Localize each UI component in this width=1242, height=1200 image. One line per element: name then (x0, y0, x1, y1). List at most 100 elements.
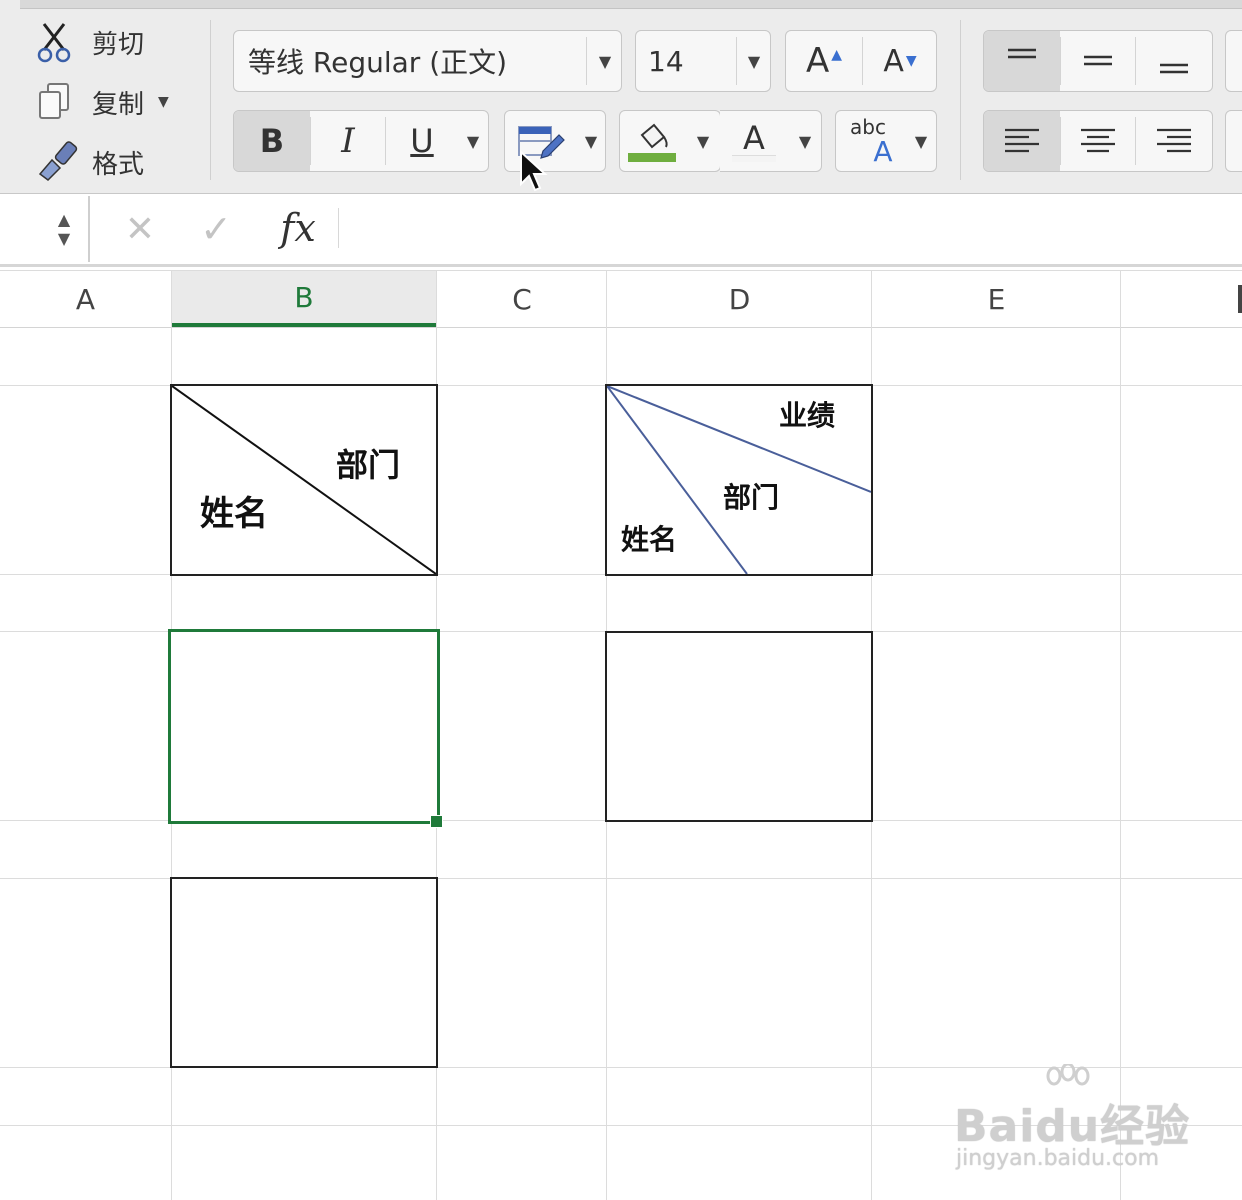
selected-cell-b[interactable] (168, 629, 440, 824)
align-right-button[interactable] (1136, 111, 1212, 171)
italic-button[interactable]: I (311, 111, 385, 171)
column-header-row: A B C D E (0, 270, 1242, 328)
header-cell-d-top-right: 业绩 (779, 399, 836, 432)
column-header-f-edge (1238, 285, 1242, 313)
borders-dropdown-icon[interactable]: ▼ (577, 111, 605, 171)
triangle-up-icon: ▲ (831, 47, 843, 63)
baidu-watermark-url: jingyan.baidu.com (956, 1146, 1160, 1171)
ribbon-top-edge (20, 0, 1242, 9)
bordered-cell-d[interactable] (605, 631, 873, 822)
bold-button[interactable]: B (234, 111, 310, 171)
copy-label: 复制 (92, 89, 145, 120)
formula-bar: ▲ ▼ ✕ ✓ fx (0, 194, 1242, 267)
phonetic-guide-button[interactable]: abc A ▼ (835, 110, 937, 172)
horizontal-align-group (983, 110, 1213, 172)
align-left-button[interactable] (984, 111, 1060, 171)
text-style-group: B I U ▼ (233, 110, 489, 172)
font-color-swatch (732, 154, 776, 162)
column-header-d[interactable]: D (607, 271, 872, 327)
align-center-button[interactable] (1061, 111, 1135, 171)
header-cell-b-top-right: 部门 (336, 446, 401, 484)
underline-label: U (410, 122, 434, 160)
cancel-icon[interactable]: ✕ (118, 204, 162, 254)
align-bottom-button[interactable] (1136, 31, 1212, 91)
bold-label: B (259, 122, 285, 160)
paw-logo-icon (1046, 1064, 1090, 1086)
ribbon: 剪切 复制 ▼ 格式 等线 Regular (正文) ▼ 14 ▼ A ▲ A … (0, 0, 1242, 194)
font-color-dropdown-icon[interactable]: ▼ (790, 111, 820, 171)
copy-dropdown-icon[interactable]: ▼ (158, 94, 169, 110)
phonetic-icon: abc A (840, 111, 904, 171)
mouse-cursor-icon (520, 150, 548, 192)
name-box-divider (88, 196, 90, 262)
italic-label: I (341, 121, 355, 161)
column-header-f[interactable] (1121, 271, 1242, 327)
format-painter-button[interactable]: 格式 (34, 140, 144, 184)
font-color-icon: A (720, 111, 788, 171)
increase-font-size-button[interactable]: A ▲ (786, 31, 862, 91)
ribbon-separator (960, 20, 961, 180)
fill-handle[interactable] (430, 815, 443, 828)
font-name-select[interactable]: 等线 Regular (正文) ▼ (233, 30, 622, 92)
header-cell-d[interactable]: 业绩 部门 姓名 (605, 384, 873, 576)
align-middle-button[interactable] (1061, 31, 1135, 91)
indent-button[interactable] (1225, 110, 1242, 172)
fill-color-button[interactable]: ▼ (619, 110, 721, 172)
font-name-divider (586, 37, 587, 85)
font-size-divider (736, 37, 737, 85)
formula-input[interactable] (346, 194, 1242, 264)
underline-dropdown-icon[interactable]: ▼ (458, 111, 488, 171)
align-top-icon (1008, 48, 1036, 59)
copy-button[interactable]: 复制 ▼ (34, 80, 169, 124)
align-top-button[interactable] (984, 31, 1060, 91)
bordered-cell-b-lower[interactable] (170, 877, 438, 1068)
copy-icon (34, 80, 84, 124)
align-center-icon (1081, 128, 1115, 153)
column-header-b[interactable]: B (171, 271, 437, 327)
font-size-value: 14 (648, 44, 684, 78)
column-header-c[interactable]: C (437, 271, 607, 327)
stepper-down-icon[interactable]: ▼ (58, 229, 70, 248)
triangle-down-icon: ▼ (905, 53, 917, 69)
header-cell-d-middle: 部门 (723, 481, 780, 514)
decrease-font-size-label: A (883, 43, 904, 79)
font-color-letter: A (743, 118, 765, 157)
header-cell-d-bottom-left: 姓名 (621, 523, 678, 556)
align-bottom-icon (1160, 63, 1188, 74)
font-size-dropdown-icon[interactable]: ▼ (738, 31, 770, 91)
cut-label: 剪切 (92, 29, 145, 60)
underline-button[interactable]: U (386, 111, 458, 171)
format-label: 格式 (92, 149, 145, 180)
vertical-align-group (983, 30, 1213, 92)
phonetic-bottom-label: A (873, 135, 893, 168)
orientation-button[interactable] (1225, 30, 1242, 92)
confirm-icon[interactable]: ✓ (194, 204, 238, 254)
header-cell-b-bottom-left: 姓名 (200, 494, 268, 534)
formula-divider (338, 208, 339, 248)
font-size-select[interactable]: 14 ▼ (635, 30, 771, 92)
fill-color-swatch (628, 152, 676, 162)
fill-color-dropdown-icon[interactable]: ▼ (686, 111, 720, 171)
scissors-icon (34, 20, 84, 64)
font-color-button[interactable]: A ▼ (720, 110, 822, 172)
align-left-icon (1005, 128, 1039, 153)
name-box-stepper[interactable]: ▲ ▼ (48, 204, 80, 254)
format-painter-icon (34, 140, 84, 184)
font-name-dropdown-icon[interactable]: ▼ (588, 31, 622, 91)
phonetic-dropdown-icon[interactable]: ▼ (906, 111, 936, 171)
header-cell-b[interactable]: 部门 姓名 (170, 384, 438, 576)
cut-button[interactable]: 剪切 (34, 20, 144, 64)
font-size-adjust-group: A ▲ A ▼ (785, 30, 937, 92)
increase-font-size-label: A (805, 41, 830, 81)
align-middle-icon (1084, 55, 1112, 66)
insert-function-button[interactable]: fx (270, 200, 326, 256)
align-right-icon (1157, 128, 1191, 153)
stepper-up-icon[interactable]: ▲ (58, 210, 70, 229)
decrease-font-size-button[interactable]: A ▼ (863, 31, 937, 91)
column-header-e[interactable]: E (872, 271, 1121, 327)
paint-bucket-icon (620, 111, 684, 171)
ribbon-separator (210, 20, 211, 180)
font-name-value: 等线 Regular (正文) (248, 46, 508, 79)
column-header-a[interactable]: A (0, 271, 171, 327)
grid-line (1120, 270, 1121, 1200)
